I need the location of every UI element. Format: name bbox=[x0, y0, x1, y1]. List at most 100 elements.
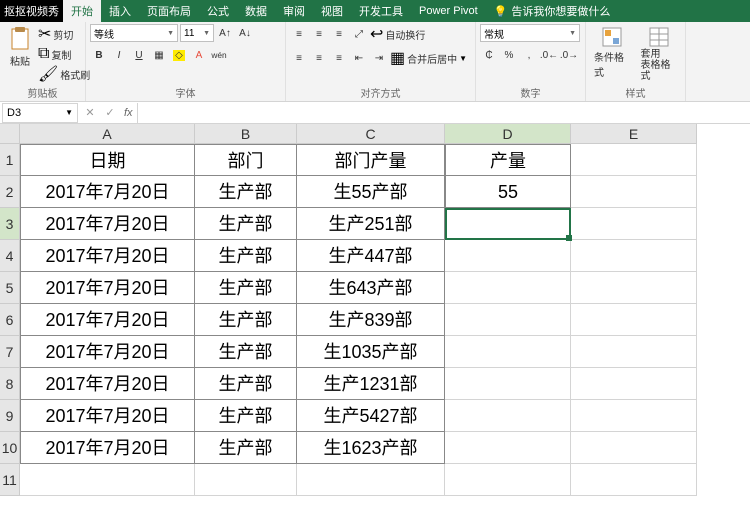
font-color-button[interactable]: A bbox=[190, 46, 208, 64]
tell-me[interactable]: 💡 告诉我你想要做什么 bbox=[486, 3, 619, 19]
cell[interactable]: 生产部 bbox=[195, 432, 297, 464]
cell[interactable]: 生产部 bbox=[195, 304, 297, 336]
cell[interactable]: 2017年7月20日 bbox=[20, 176, 195, 208]
cell[interactable] bbox=[571, 208, 697, 240]
cell[interactable]: 2017年7月20日 bbox=[20, 400, 195, 432]
tab-layout[interactable]: 页面布局 bbox=[139, 0, 199, 22]
underline-button[interactable]: U bbox=[130, 46, 148, 64]
cell[interactable] bbox=[445, 272, 571, 304]
cell[interactable]: 日期 bbox=[20, 144, 195, 176]
copy-button[interactable]: ⧉复制 bbox=[38, 45, 90, 63]
increase-font-button[interactable]: A↑ bbox=[216, 24, 234, 42]
tab-data[interactable]: 数据 bbox=[237, 0, 275, 22]
cell[interactable]: 生产部 bbox=[195, 272, 297, 304]
tab-insert[interactable]: 插入 bbox=[101, 0, 139, 22]
cell[interactable] bbox=[571, 176, 697, 208]
cell[interactable] bbox=[571, 304, 697, 336]
cell[interactable]: 2017年7月20日 bbox=[20, 304, 195, 336]
align-right-button[interactable]: ≡ bbox=[330, 49, 348, 67]
col-header-B[interactable]: B bbox=[195, 124, 297, 144]
cell[interactable]: 生产部 bbox=[195, 336, 297, 368]
row-header-3[interactable]: 3 bbox=[0, 208, 20, 240]
cell[interactable]: 生1623产部 bbox=[297, 432, 445, 464]
wrap-text-button[interactable]: ↩自动换行 bbox=[370, 24, 425, 44]
tab-view[interactable]: 视图 bbox=[313, 0, 351, 22]
fill-color-button[interactable]: ◇ bbox=[170, 46, 188, 64]
cell[interactable]: 生产部 bbox=[195, 240, 297, 272]
tab-dev[interactable]: 开发工具 bbox=[351, 0, 411, 22]
cell[interactable] bbox=[445, 304, 571, 336]
cell[interactable]: 生643产部 bbox=[297, 272, 445, 304]
row-header-1[interactable]: 1 bbox=[0, 144, 20, 176]
increase-decimal-button[interactable]: .0← bbox=[540, 46, 558, 64]
col-header-A[interactable]: A bbox=[20, 124, 195, 144]
bold-button[interactable]: B bbox=[90, 46, 108, 64]
row-header-4[interactable]: 4 bbox=[0, 240, 20, 272]
tab-powerpivot[interactable]: Power Pivot bbox=[411, 0, 486, 22]
cell[interactable]: 2017年7月20日 bbox=[20, 368, 195, 400]
cut-button[interactable]: ✂剪切 bbox=[38, 24, 90, 44]
comma-button[interactable]: , bbox=[520, 46, 538, 64]
currency-button[interactable]: ₵ bbox=[480, 46, 498, 64]
cell[interactable] bbox=[571, 336, 697, 368]
cell[interactable]: 2017年7月20日 bbox=[20, 432, 195, 464]
cell[interactable] bbox=[571, 240, 697, 272]
conditional-format-button[interactable]: 条件格式 bbox=[590, 24, 635, 81]
cell[interactable]: 生产5427部 bbox=[297, 400, 445, 432]
cell[interactable]: 生产部 bbox=[195, 400, 297, 432]
cell[interactable]: 生产1231部 bbox=[297, 368, 445, 400]
table-format-button[interactable]: 套用 表格格式 bbox=[637, 24, 682, 84]
accept-formula-button[interactable]: ✓ bbox=[100, 106, 120, 119]
cell[interactable] bbox=[195, 464, 297, 496]
cell[interactable]: 产量 bbox=[445, 144, 571, 176]
row-header-7[interactable]: 7 bbox=[0, 336, 20, 368]
cell[interactable]: 生产251部 bbox=[297, 208, 445, 240]
cell[interactable] bbox=[445, 464, 571, 496]
col-header-E[interactable]: E bbox=[571, 124, 697, 144]
row-header-5[interactable]: 5 bbox=[0, 272, 20, 304]
cell[interactable] bbox=[571, 464, 697, 496]
align-left-button[interactable]: ≡ bbox=[290, 49, 308, 67]
italic-button[interactable]: I bbox=[110, 46, 128, 64]
cell[interactable]: 2017年7月20日 bbox=[20, 272, 195, 304]
cell[interactable]: 生产部 bbox=[195, 176, 297, 208]
align-top-button[interactable]: ≡ bbox=[290, 25, 308, 43]
cell[interactable]: 生1035产部 bbox=[297, 336, 445, 368]
cell[interactable]: 2017年7月20日 bbox=[20, 240, 195, 272]
cell[interactable]: 部门产量 bbox=[297, 144, 445, 176]
cell[interactable] bbox=[571, 144, 697, 176]
cell[interactable]: 生产部 bbox=[195, 368, 297, 400]
align-bottom-button[interactable]: ≡ bbox=[330, 25, 348, 43]
tab-formulas[interactable]: 公式 bbox=[199, 0, 237, 22]
tab-home[interactable]: 开始 bbox=[63, 0, 101, 22]
row-header-2[interactable]: 2 bbox=[0, 176, 20, 208]
indent-right-button[interactable]: ⇥ bbox=[370, 49, 388, 67]
merge-button[interactable]: ▦合并后居中▼ bbox=[390, 48, 467, 68]
cell[interactable]: 2017年7月20日 bbox=[20, 208, 195, 240]
cell[interactable]: 生55产部 bbox=[297, 176, 445, 208]
cell[interactable] bbox=[571, 432, 697, 464]
align-middle-button[interactable]: ≡ bbox=[310, 25, 328, 43]
cell[interactable] bbox=[571, 368, 697, 400]
percent-button[interactable]: % bbox=[500, 46, 518, 64]
cell[interactable]: 生产447部 bbox=[297, 240, 445, 272]
align-center-button[interactable]: ≡ bbox=[310, 49, 328, 67]
tab-review[interactable]: 审阅 bbox=[275, 0, 313, 22]
cell[interactable] bbox=[297, 464, 445, 496]
col-header-D[interactable]: D bbox=[445, 124, 571, 144]
select-all-button[interactable] bbox=[0, 124, 20, 144]
row-header-10[interactable]: 10 bbox=[0, 432, 20, 464]
cell[interactable] bbox=[571, 272, 697, 304]
cell[interactable] bbox=[445, 336, 571, 368]
font-name-combo[interactable]: 等线▼ bbox=[90, 24, 178, 42]
paste-button[interactable]: 粘贴 bbox=[4, 24, 36, 70]
orientation-button[interactable]: ⤢ bbox=[350, 25, 368, 43]
cell[interactable]: 55 bbox=[445, 176, 571, 208]
fx-icon[interactable]: fx bbox=[120, 107, 137, 119]
row-header-6[interactable]: 6 bbox=[0, 304, 20, 336]
phonetic-button[interactable]: wén bbox=[210, 46, 228, 64]
cell-grid[interactable]: 日期部门部门产量产量2017年7月20日生产部生55产部552017年7月20日… bbox=[20, 144, 697, 496]
cell[interactable] bbox=[571, 400, 697, 432]
row-header-8[interactable]: 8 bbox=[0, 368, 20, 400]
cell[interactable] bbox=[445, 400, 571, 432]
